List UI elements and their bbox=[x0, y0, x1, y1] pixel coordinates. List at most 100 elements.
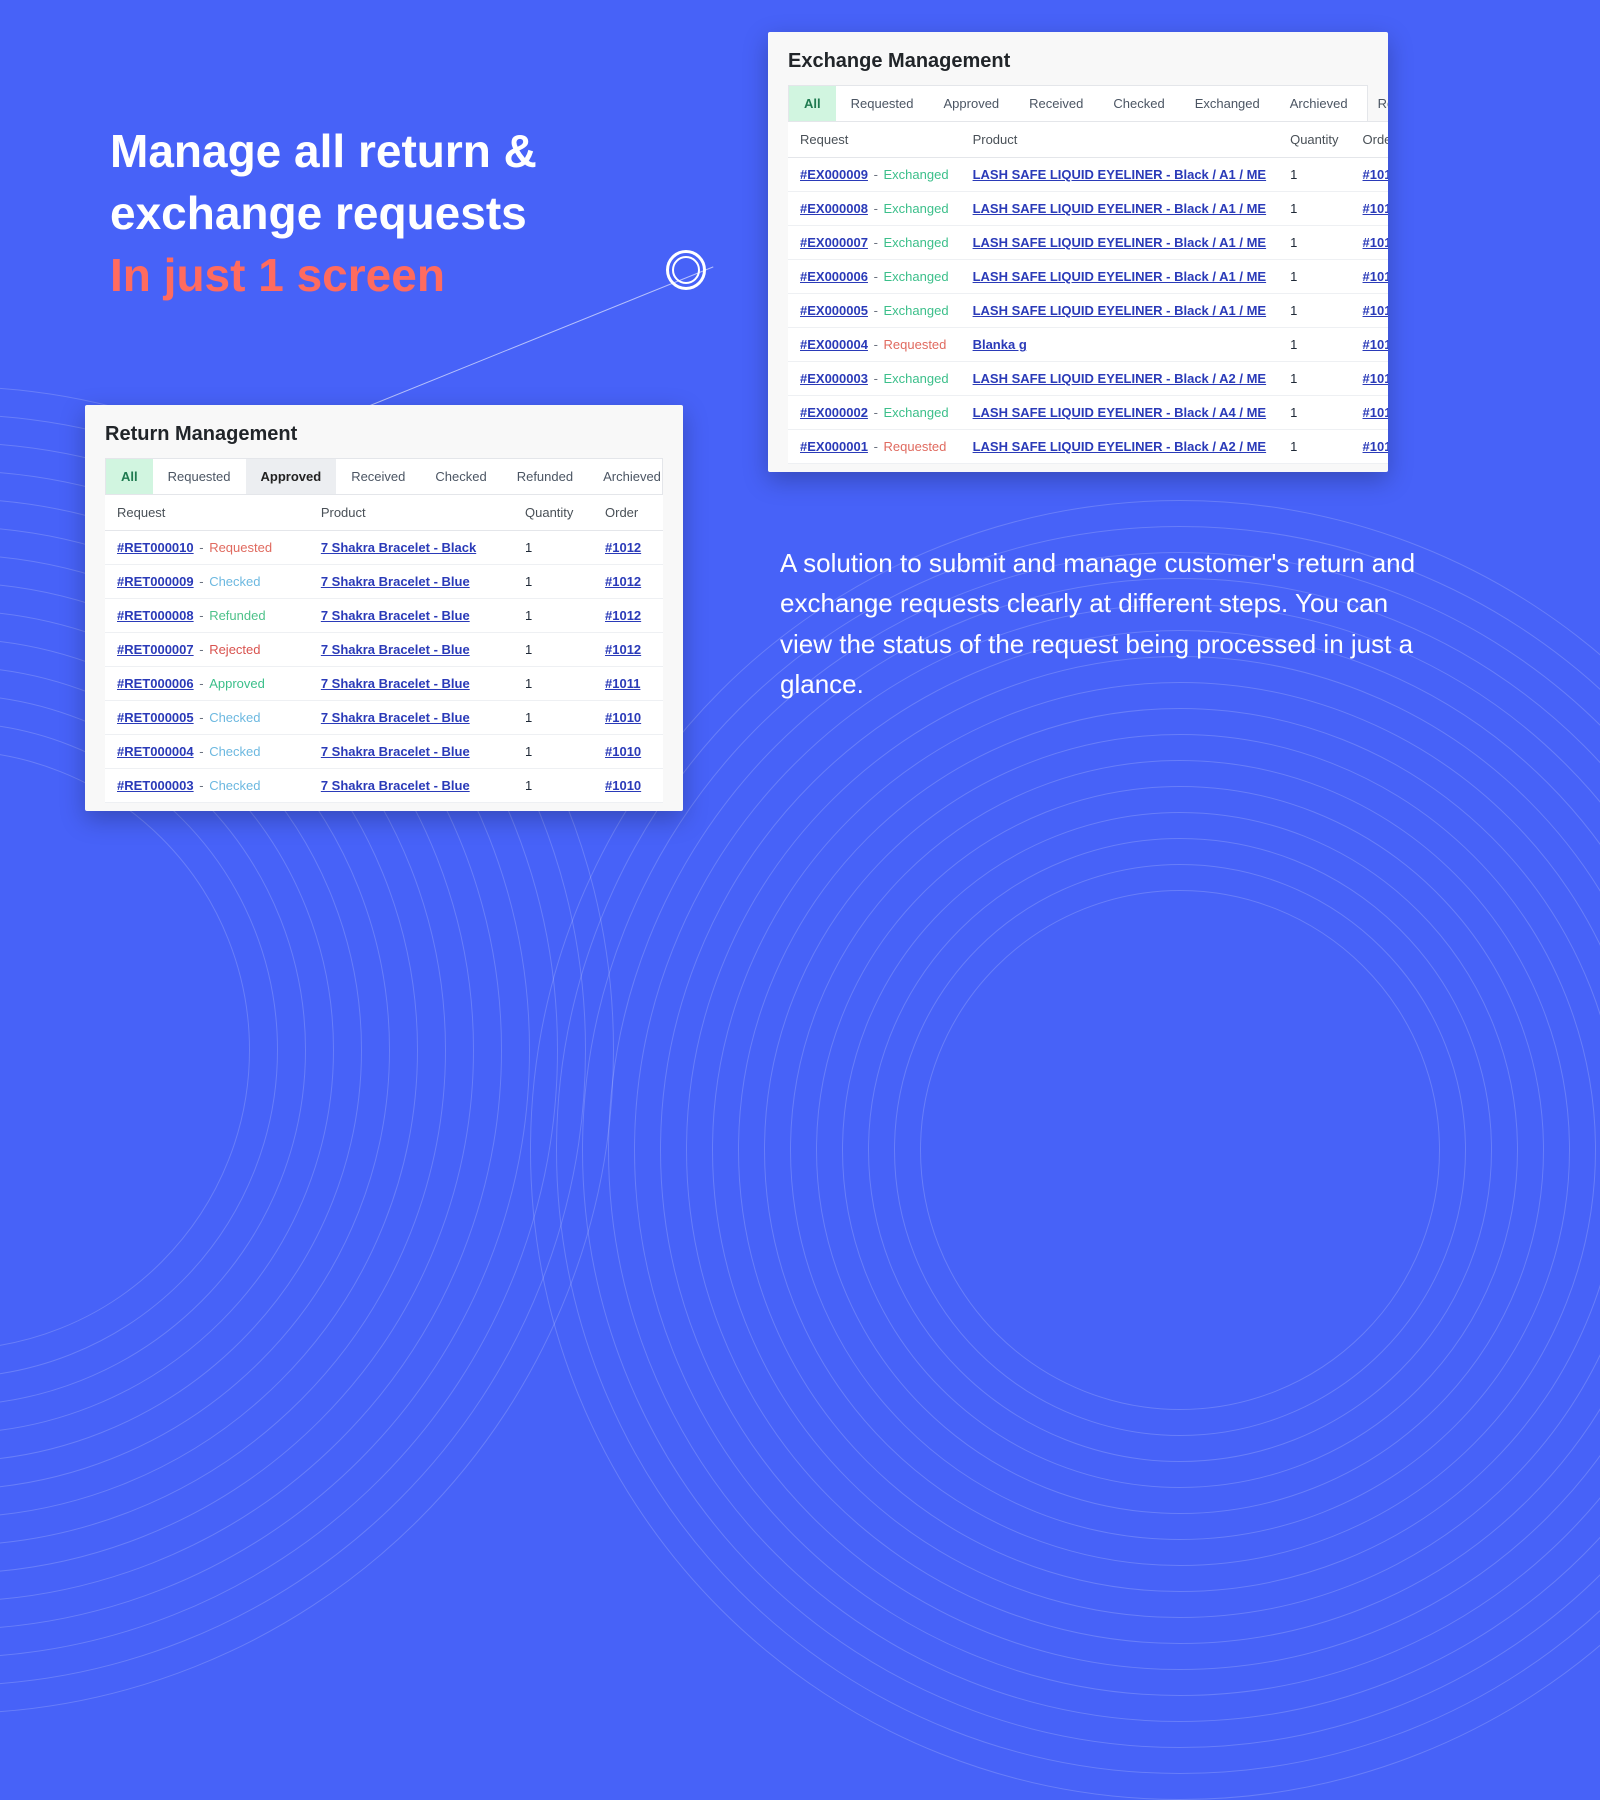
table-row: #EX000009 - ExchangedLASH SAFE LIQUID EY… bbox=[788, 158, 1388, 192]
tab-received[interactable]: Received bbox=[1014, 86, 1098, 121]
qty-cell: 1 bbox=[513, 531, 593, 565]
product-link[interactable]: LASH SAFE LIQUID EYELINER - Black / A2 /… bbox=[973, 439, 1267, 454]
order-link[interactable]: #1010 bbox=[605, 710, 641, 725]
product-link[interactable]: LASH SAFE LIQUID EYELINER - Black / A1 /… bbox=[973, 167, 1267, 182]
request-link[interactable]: #EX000006 bbox=[800, 269, 868, 284]
order-link[interactable]: #1010 bbox=[605, 778, 641, 793]
tab-received[interactable]: Received bbox=[336, 459, 420, 494]
product-link[interactable]: 7 Shakra Bracelet - Blue bbox=[321, 676, 470, 691]
request-link[interactable]: #RET000004 bbox=[117, 744, 194, 759]
headline: Manage all return & exchange requests In… bbox=[110, 120, 730, 306]
status-badge: Exchanged bbox=[884, 405, 949, 420]
table-row: #EX000003 - ExchangedLASH SAFE LIQUID EY… bbox=[788, 362, 1388, 396]
exchange-panel-title: Exchange Management bbox=[788, 50, 1368, 73]
table-row: #RET000003 - Checked7 Shakra Bracelet - … bbox=[105, 769, 663, 803]
product-link[interactable]: LASH SAFE LIQUID EYELINER - Black / A1 /… bbox=[973, 303, 1267, 318]
request-link[interactable]: #EX000001 bbox=[800, 439, 868, 454]
col-order: Order bbox=[1351, 122, 1388, 158]
request-link[interactable]: #EX000007 bbox=[800, 235, 868, 250]
request-link[interactable]: #EX000004 bbox=[800, 337, 868, 352]
col-quantity: Quantity bbox=[513, 495, 593, 531]
tab-requested[interactable]: Requested bbox=[836, 86, 929, 121]
table-row: #RET000010 - Requested7 Shakra Bracelet … bbox=[105, 531, 663, 565]
qty-cell: 1 bbox=[1278, 396, 1350, 430]
table-row: #EX000006 - ExchangedLASH SAFE LIQUID EY… bbox=[788, 260, 1388, 294]
tab-checked[interactable]: Checked bbox=[1098, 86, 1179, 121]
order-link[interactable]: #1015 bbox=[1363, 235, 1388, 250]
request-link[interactable]: #RET000005 bbox=[117, 710, 194, 725]
order-link[interactable]: #1015 bbox=[1363, 167, 1388, 182]
order-link[interactable]: #1015 bbox=[1363, 337, 1388, 352]
tab-archieved[interactable]: Archieved bbox=[588, 459, 676, 494]
tab-archieved[interactable]: Archieved bbox=[1275, 86, 1363, 121]
request-link[interactable]: #EX000008 bbox=[800, 201, 868, 216]
order-link[interactable]: #1018 bbox=[1363, 405, 1388, 420]
request-link[interactable]: #RET000008 bbox=[117, 608, 194, 623]
product-link[interactable]: LASH SAFE LIQUID EYELINER - Black / A2 /… bbox=[973, 371, 1267, 386]
status-badge: Exchanged bbox=[884, 167, 949, 182]
request-link[interactable]: #RET000003 bbox=[117, 778, 194, 793]
col-quantity: Quantity bbox=[1278, 122, 1350, 158]
tab-approved[interactable]: Approved bbox=[246, 459, 337, 494]
order-link[interactable]: #1012 bbox=[605, 574, 641, 589]
tab-all[interactable]: All bbox=[789, 86, 836, 121]
request-link[interactable]: #EX000003 bbox=[800, 371, 868, 386]
product-link[interactable]: Blanka g bbox=[973, 337, 1027, 352]
order-link[interactable]: #1015 bbox=[1363, 371, 1388, 386]
table-row: #RET000009 - Checked7 Shakra Bracelet - … bbox=[105, 565, 663, 599]
product-link[interactable]: 7 Shakra Bracelet - Blue bbox=[321, 778, 470, 793]
order-link[interactable]: #1015 bbox=[1363, 269, 1388, 284]
product-link[interactable]: 7 Shakra Bracelet - Blue bbox=[321, 642, 470, 657]
order-link[interactable]: #1018 bbox=[1363, 439, 1388, 454]
exchange-tabs: AllRequestedApprovedReceivedCheckedExcha… bbox=[788, 85, 1368, 121]
status-badge: Checked bbox=[209, 744, 260, 759]
request-link[interactable]: #RET000007 bbox=[117, 642, 194, 657]
table-row: #RET000004 - Checked7 Shakra Bracelet - … bbox=[105, 735, 663, 769]
request-link[interactable]: #EX000005 bbox=[800, 303, 868, 318]
tab-approved[interactable]: Approved bbox=[929, 86, 1015, 121]
qty-cell: 1 bbox=[1278, 192, 1350, 226]
order-link[interactable]: #1012 bbox=[605, 642, 641, 657]
return-panel: Return Management AllRequestedApprovedRe… bbox=[85, 405, 683, 811]
order-link[interactable]: #1012 bbox=[605, 540, 641, 555]
tab-refunded[interactable]: Refunded bbox=[502, 459, 588, 494]
tab-exchanged[interactable]: Exchanged bbox=[1180, 86, 1275, 121]
status-badge: Exchanged bbox=[884, 235, 949, 250]
tab-requested[interactable]: Requested bbox=[153, 459, 246, 494]
product-link[interactable]: LASH SAFE LIQUID EYELINER - Black / A1 /… bbox=[973, 235, 1267, 250]
request-link[interactable]: #EX000009 bbox=[800, 167, 868, 182]
order-link[interactable]: #1010 bbox=[605, 744, 641, 759]
table-row: #RET000005 - Checked7 Shakra Bracelet - … bbox=[105, 701, 663, 735]
product-link[interactable]: 7 Shakra Bracelet - Blue bbox=[321, 574, 470, 589]
tab-rejected[interactable]: Rejected bbox=[1363, 86, 1388, 121]
product-link[interactable]: LASH SAFE LIQUID EYELINER - Black / A1 /… bbox=[973, 269, 1267, 284]
product-link[interactable]: 7 Shakra Bracelet - Blue bbox=[321, 710, 470, 725]
tab-all[interactable]: All bbox=[106, 459, 153, 494]
order-link[interactable]: #1012 bbox=[605, 608, 641, 623]
order-link[interactable]: #1015 bbox=[1363, 303, 1388, 318]
tab-rejected[interactable]: Rejected bbox=[676, 459, 683, 494]
qty-cell: 1 bbox=[1278, 328, 1350, 362]
qty-cell: 1 bbox=[1278, 158, 1350, 192]
order-link[interactable]: #1011 bbox=[605, 676, 640, 691]
qty-cell: 1 bbox=[1278, 362, 1350, 396]
order-link[interactable]: #1015 bbox=[1363, 201, 1388, 216]
return-table: RequestProductQuantityOrder #RET000010 -… bbox=[105, 494, 663, 803]
request-link[interactable]: #RET000006 bbox=[117, 676, 194, 691]
product-link[interactable]: 7 Shakra Bracelet - Blue bbox=[321, 744, 470, 759]
product-link[interactable]: 7 Shakra Bracelet - Black bbox=[321, 540, 476, 555]
request-link[interactable]: #RET000009 bbox=[117, 574, 194, 589]
qty-cell: 1 bbox=[513, 565, 593, 599]
col-product: Product bbox=[309, 495, 513, 531]
tab-checked[interactable]: Checked bbox=[420, 459, 501, 494]
status-badge: Exchanged bbox=[884, 269, 949, 284]
status-badge: Exchanged bbox=[884, 303, 949, 318]
product-link[interactable]: 7 Shakra Bracelet - Blue bbox=[321, 608, 470, 623]
product-link[interactable]: LASH SAFE LIQUID EYELINER - Black / A4 /… bbox=[973, 405, 1267, 420]
return-panel-title: Return Management bbox=[105, 423, 663, 446]
request-link[interactable]: #EX000002 bbox=[800, 405, 868, 420]
request-link[interactable]: #RET000010 bbox=[117, 540, 194, 555]
product-link[interactable]: LASH SAFE LIQUID EYELINER - Black / A1 /… bbox=[973, 201, 1267, 216]
status-badge: Checked bbox=[209, 710, 260, 725]
table-row: #EX000001 - RequestedLASH SAFE LIQUID EY… bbox=[788, 430, 1388, 464]
